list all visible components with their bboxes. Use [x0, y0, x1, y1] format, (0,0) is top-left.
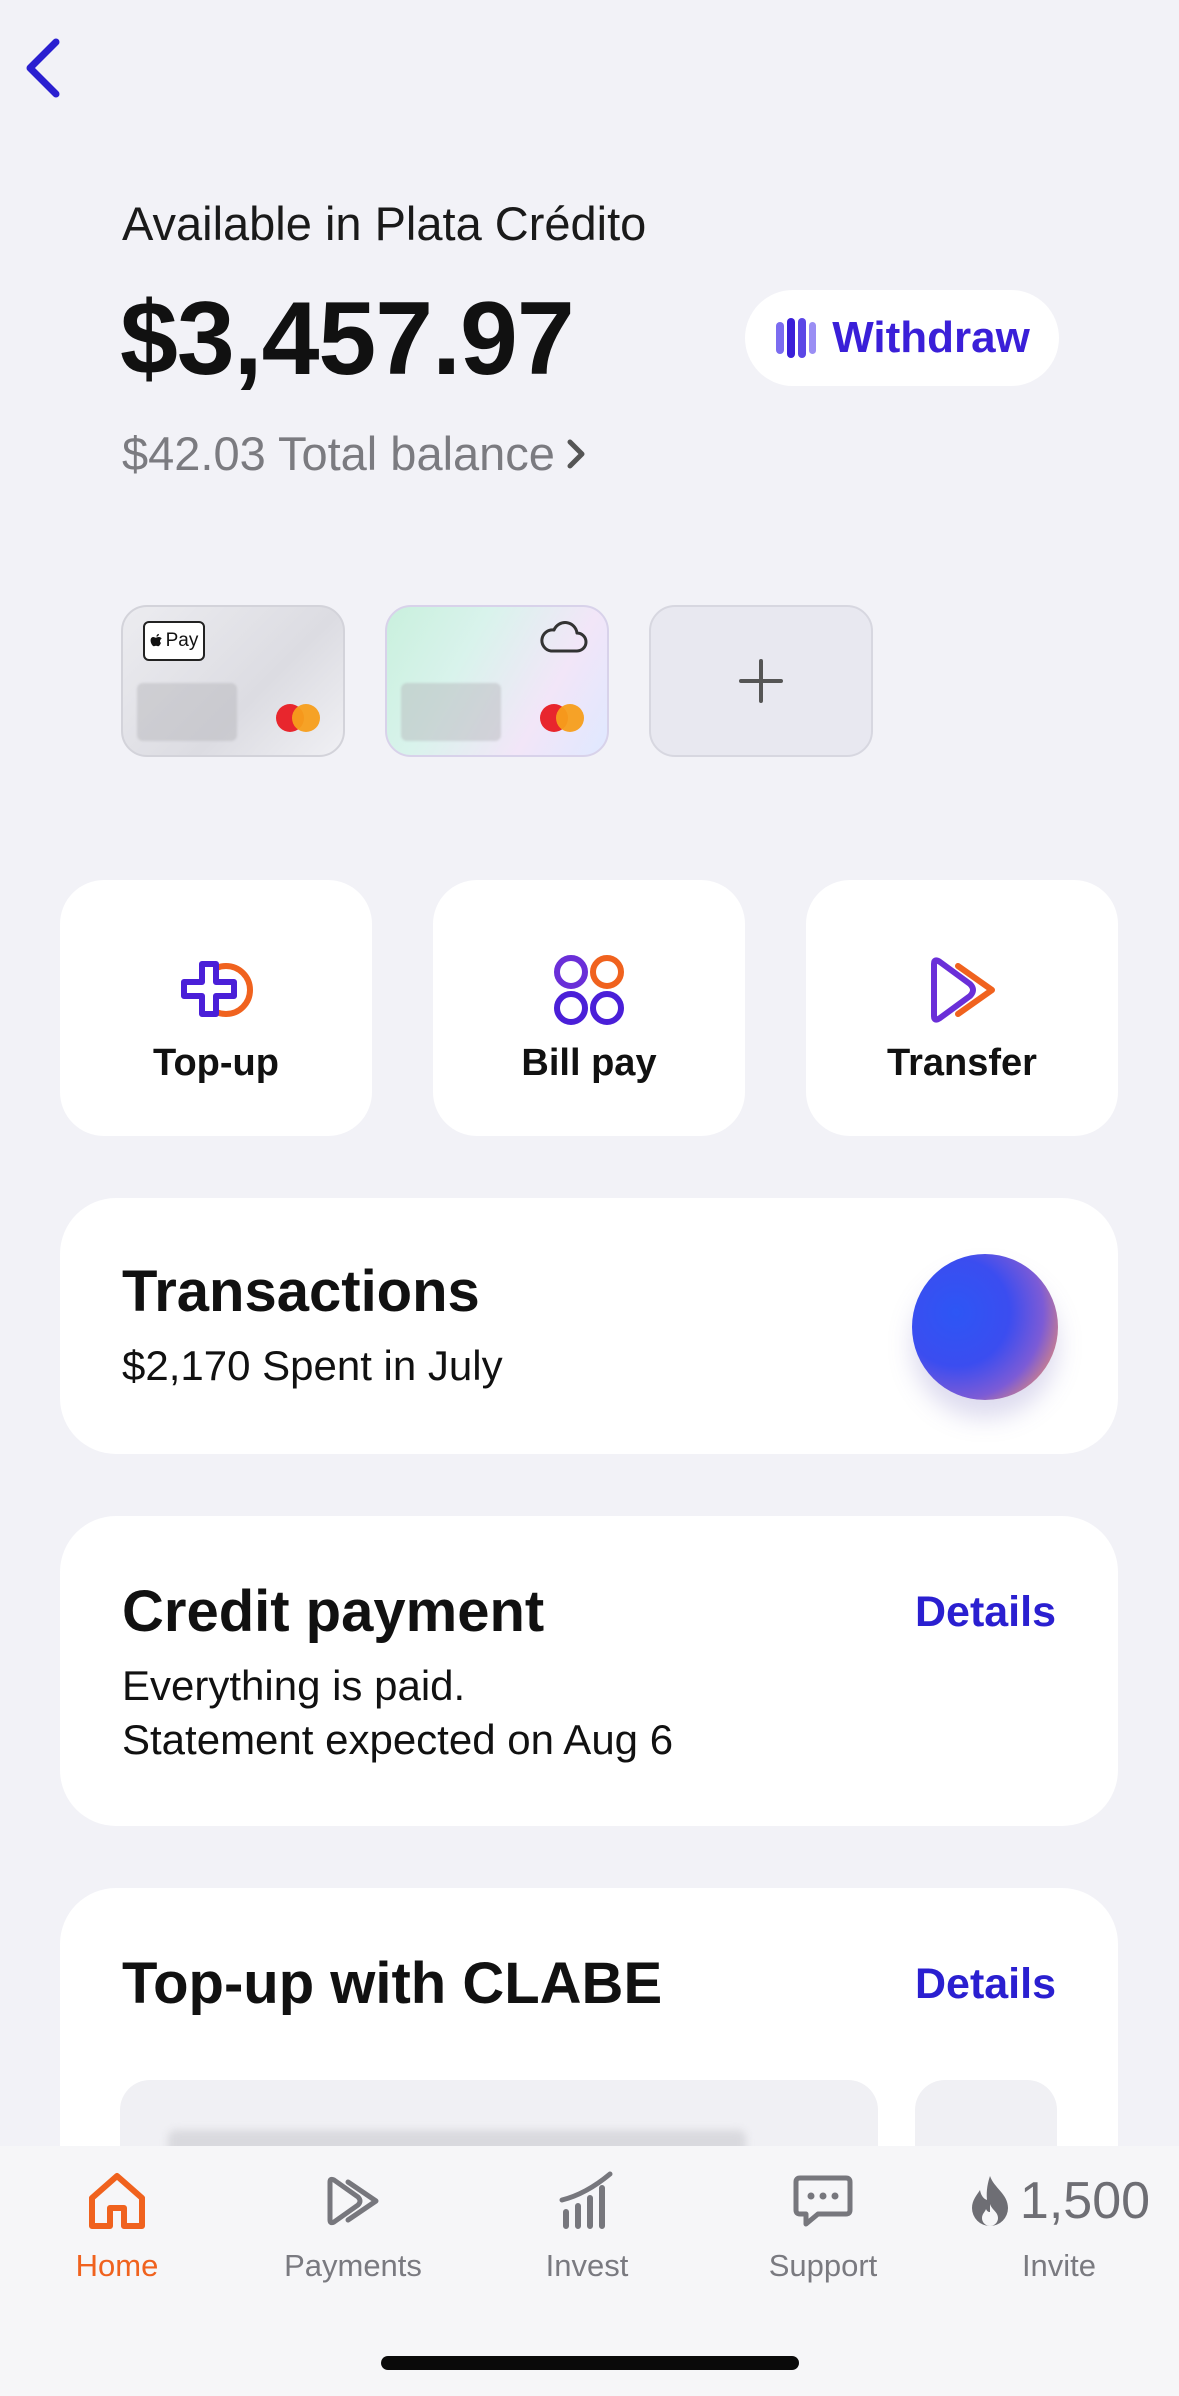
- clabe-card: Top-up with CLABE Details: [60, 1888, 1118, 2168]
- payments-icon: [327, 2176, 379, 2226]
- credit-payment-title: Credit payment: [122, 1579, 545, 1644]
- transfer-icon: [931, 957, 995, 1023]
- card-number-blur: [401, 683, 501, 741]
- statement-date-line: Statement expected on Aug 6: [122, 1716, 674, 1763]
- transfer-button[interactable]: Transfer: [806, 880, 1118, 1136]
- credit-payment-card: Credit payment Details Everything is pai…: [60, 1516, 1118, 1826]
- tab-support[interactable]: Support: [723, 2166, 923, 2284]
- apple-pay-card[interactable]: Pay: [121, 605, 345, 757]
- clabe-details-link[interactable]: Details: [915, 1960, 1056, 2009]
- tab-support-label: Support: [768, 2248, 878, 2283]
- credit-status-line: Everything is paid.: [122, 1662, 466, 1709]
- card-number-blur: [137, 683, 237, 741]
- bill-pay-icon: [554, 955, 624, 1025]
- top-up-label: Top-up: [153, 1042, 279, 1084]
- invest-icon: [559, 2171, 613, 2229]
- transactions-subtitle: $2,170 Spent in July: [122, 1342, 503, 1389]
- withdraw-button[interactable]: Withdraw: [745, 290, 1059, 386]
- clabe-title: Top-up with CLABE: [122, 1951, 663, 2016]
- cloud-card[interactable]: [385, 605, 609, 757]
- spending-orb: [912, 1254, 1058, 1400]
- invite-points: 1,500: [959, 2166, 1159, 2236]
- available-amount: $3,457.97: [120, 281, 575, 397]
- total-balance-link[interactable]: $42.03 Total balance: [122, 426, 589, 481]
- plus-icon: [739, 659, 783, 703]
- transactions-card[interactable]: Transactions $2,170 Spent in July: [60, 1198, 1118, 1454]
- back-button[interactable]: [18, 32, 78, 102]
- top-up-button[interactable]: Top-up: [60, 880, 372, 1136]
- tab-invite[interactable]: 1,500 Invite: [959, 2166, 1159, 2284]
- available-label: Available in Plata Crédito: [122, 197, 647, 250]
- top-up-icon: [181, 961, 253, 1017]
- bill-pay-label: Bill pay: [521, 1042, 657, 1084]
- credit-details-link[interactable]: Details: [915, 1588, 1056, 1637]
- transactions-title: Transactions: [122, 1259, 480, 1324]
- apple-pay-badge: Pay: [143, 621, 205, 661]
- apple-pay-label: Pay: [165, 630, 199, 651]
- mastercard-icon: [276, 704, 320, 732]
- home-icon: [89, 2173, 145, 2229]
- tab-home[interactable]: Home: [17, 2166, 217, 2284]
- tab-payments[interactable]: Payments: [253, 2166, 453, 2284]
- flame-icon: [971, 2176, 1008, 2226]
- invite-points-value: 1,500: [1019, 2172, 1151, 2230]
- withdraw-icon: [776, 318, 817, 358]
- bill-pay-button[interactable]: Bill pay: [433, 880, 745, 1136]
- withdraw-label: Withdraw: [832, 313, 1030, 362]
- home-indicator: [381, 2356, 799, 2370]
- tab-home-label: Home: [75, 2248, 159, 2283]
- add-card-button[interactable]: [649, 605, 873, 757]
- transfer-label: Transfer: [887, 1042, 1037, 1084]
- apple-icon: [150, 633, 162, 647]
- total-balance-text: $42.03 Total balance: [122, 427, 555, 480]
- chat-icon: [793, 2175, 853, 2227]
- chevron-left-icon: [26, 38, 60, 98]
- tab-invest[interactable]: Invest: [487, 2166, 687, 2284]
- tab-invite-label: Invite: [1021, 2248, 1097, 2283]
- tab-invest-label: Invest: [545, 2248, 629, 2283]
- cloud-icon: [540, 621, 588, 653]
- tab-payments-label: Payments: [284, 2248, 422, 2283]
- chevron-right-icon: [567, 439, 585, 468]
- mastercard-icon: [540, 704, 584, 732]
